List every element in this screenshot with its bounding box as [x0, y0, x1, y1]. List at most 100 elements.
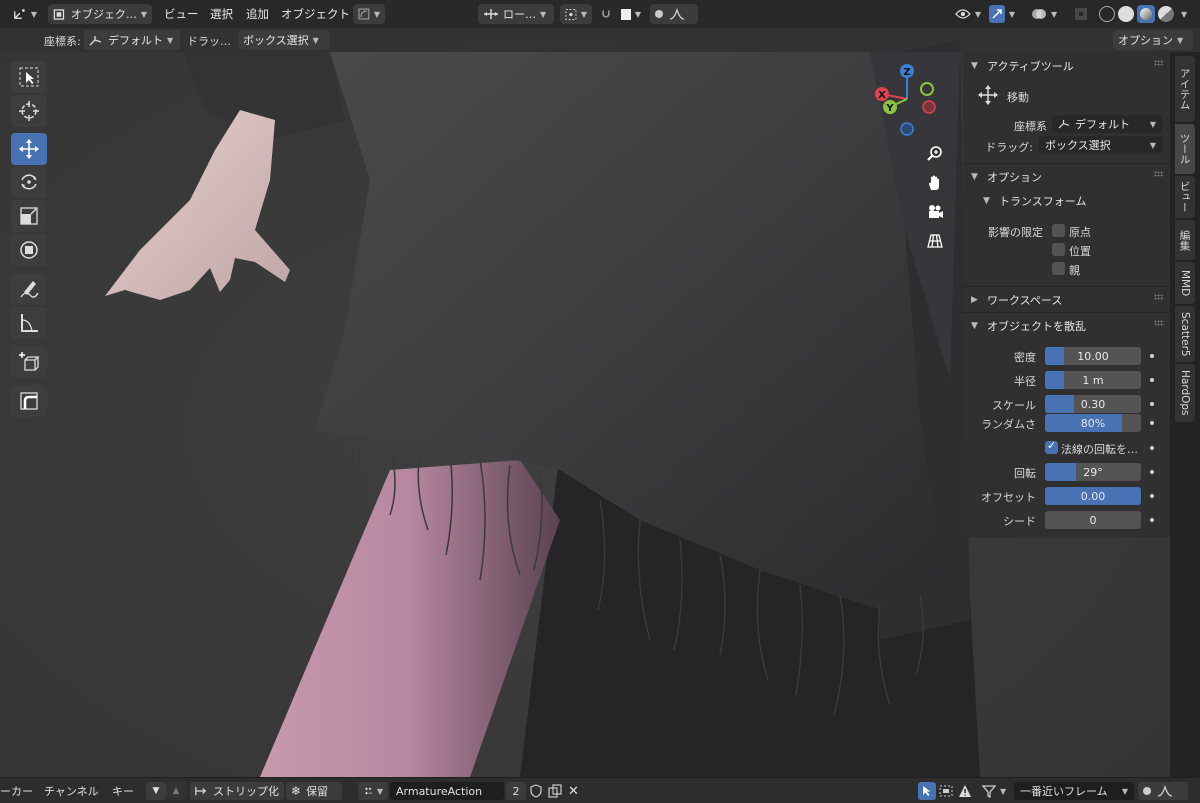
- affect-location-checkbox[interactable]: [1052, 243, 1065, 256]
- transform-orientation-dropdown[interactable]: ロー… ▼: [478, 4, 554, 24]
- solid-shading-icon[interactable]: [1118, 6, 1134, 22]
- divider: [963, 312, 1170, 313]
- workspace-section-header[interactable]: ▶ ワークスペース: [963, 288, 1170, 312]
- tab-scatter5[interactable]: Scatter5: [1175, 306, 1195, 362]
- stash-button[interactable]: ❄ 保留: [286, 782, 342, 800]
- cursor-tool[interactable]: [11, 95, 47, 127]
- material-preview-shading-icon[interactable]: [1137, 5, 1155, 23]
- move-tool[interactable]: [11, 133, 47, 165]
- wireframe-shading-icon[interactable]: [1099, 6, 1115, 22]
- drag-handle-icon[interactable]: [1154, 320, 1164, 326]
- keyframe-dot[interactable]: [1150, 378, 1154, 382]
- rotation-slider[interactable]: 29°: [1045, 463, 1141, 481]
- transform-tool[interactable]: [11, 234, 47, 266]
- drag-dropdown[interactable]: ボックス選択 ▼: [238, 30, 330, 50]
- tab-edit[interactable]: 編集: [1175, 220, 1195, 260]
- fake-user-button[interactable]: [530, 782, 542, 800]
- drag-handle-icon[interactable]: [1154, 171, 1164, 177]
- drag-label: ドラッ…: [187, 35, 231, 48]
- xray-toggle[interactable]: [1070, 4, 1092, 24]
- drag-handle-icon[interactable]: [1154, 60, 1164, 66]
- scale-tool[interactable]: [11, 200, 47, 232]
- tab-mmd[interactable]: MMD: [1175, 262, 1195, 304]
- active-coord-dropdown[interactable]: デフォルト ▼: [1052, 115, 1162, 133]
- object-visibility-dropdown[interactable]: ▼: [950, 4, 986, 24]
- randomness-slider[interactable]: 80%: [1045, 414, 1141, 432]
- mode-dropdown[interactable]: オブジェク… ▼: [48, 4, 152, 24]
- tab-hardops[interactable]: HardOps: [1175, 364, 1195, 422]
- pivot-point-dropdown[interactable]: ▼: [560, 4, 592, 24]
- menu-key[interactable]: キー: [112, 782, 134, 800]
- menu-marker[interactable]: ーカー: [0, 782, 33, 800]
- proportional-edit-toggle[interactable]: [1138, 782, 1188, 800]
- rotate-tool[interactable]: [11, 166, 47, 198]
- affect-parent-checkbox[interactable]: [1052, 262, 1065, 275]
- seed-field[interactable]: 0: [1045, 511, 1141, 529]
- only-errors-toggle[interactable]: [958, 782, 972, 800]
- warning-icon: [959, 785, 971, 797]
- editor-type-button[interactable]: ▼: [8, 4, 42, 24]
- keyframe-dot[interactable]: [1150, 518, 1154, 522]
- annotate-tool[interactable]: [11, 273, 47, 305]
- push-up-button[interactable]: ▲: [166, 782, 186, 800]
- options-section-header[interactable]: ▼ オプション: [963, 165, 1170, 189]
- radius-slider[interactable]: 1 m: [1045, 371, 1141, 389]
- rendered-shading-icon[interactable]: [1158, 6, 1174, 22]
- ortho-toggle-button[interactable]: [922, 228, 948, 254]
- filter-dropdown[interactable]: ▼: [982, 782, 1006, 800]
- action-browse-dropdown[interactable]: ▼: [358, 782, 388, 800]
- active-drag-dropdown[interactable]: ボックス選択 ▼: [1039, 136, 1162, 154]
- only-selected-toggle[interactable]: [918, 782, 936, 800]
- select-box-tool[interactable]: [11, 61, 47, 93]
- snap-increment-icon: [621, 8, 631, 20]
- action-users-count[interactable]: 2: [506, 782, 526, 800]
- menu-object[interactable]: オブジェクト: [281, 4, 350, 24]
- density-slider[interactable]: 10.00: [1045, 347, 1141, 365]
- coord-system-dropdown[interactable]: デフォルト ▼: [84, 30, 180, 50]
- snapping-dropdown[interactable]: 一番近いフレーム ▼: [1014, 782, 1134, 800]
- new-action-button[interactable]: [548, 782, 562, 800]
- keyframe-dot[interactable]: [1150, 354, 1154, 358]
- tab-view[interactable]: ビュー: [1175, 176, 1195, 218]
- keyframe-dot[interactable]: [1150, 446, 1154, 450]
- menu-select[interactable]: 選択: [210, 4, 233, 24]
- show-hidden-toggle[interactable]: [938, 782, 954, 800]
- camera-view-button[interactable]: [922, 199, 948, 225]
- transform-subsection-header[interactable]: ▼ トランスフォーム: [963, 189, 1170, 213]
- tab-tool[interactable]: ツール: [1175, 124, 1195, 174]
- keyframe-dot[interactable]: [1150, 421, 1154, 425]
- menu-view[interactable]: ビュー: [164, 4, 199, 24]
- shading-extra-dropdown[interactable]: ▼: [353, 4, 385, 24]
- gizmo-toggle[interactable]: ▼: [984, 4, 1020, 24]
- pan-button[interactable]: [922, 170, 948, 196]
- keyframe-dot[interactable]: [1150, 494, 1154, 498]
- zoom-button[interactable]: [922, 141, 948, 167]
- scatter-section-header[interactable]: ▼ オブジェクトを散乱: [963, 314, 1170, 338]
- drag-handle-icon[interactable]: [1154, 294, 1164, 300]
- tab-item[interactable]: アイテム: [1175, 56, 1195, 122]
- push-down-strip-button[interactable]: ストリップ化: [190, 782, 284, 800]
- proportional-edit[interactable]: [650, 4, 698, 24]
- snap-target-dropdown[interactable]: ▼: [616, 4, 646, 24]
- snap-toggle[interactable]: [596, 4, 616, 24]
- offset-label: オフセット: [981, 491, 1036, 504]
- action-name-field[interactable]: ArmatureAction: [390, 782, 504, 800]
- measure-tool[interactable]: [11, 307, 47, 339]
- add-cube-tool[interactable]: [11, 346, 47, 378]
- keyframe-dot[interactable]: [1150, 470, 1154, 474]
- navigation-gizmo[interactable]: Z X Y: [870, 58, 950, 138]
- active-tool-section-header[interactable]: ▼ アクティブツール: [963, 54, 1170, 78]
- normal-rotation-checkbox[interactable]: [1045, 439, 1058, 454]
- options-dropdown[interactable]: オプション ▼: [1113, 30, 1193, 50]
- offset-slider[interactable]: 0.00: [1045, 487, 1141, 505]
- 3d-viewport[interactable]: ▼ オブジェク…▼ ビュー 選択 追加 オブジェクト ▼ ロー…▼ ▼ ▼: [0, 0, 1200, 777]
- affect-origin-checkbox[interactable]: [1052, 224, 1065, 237]
- menu-add[interactable]: 追加: [246, 4, 269, 24]
- keyframe-dot[interactable]: [1150, 402, 1154, 406]
- extrude-shape-tool[interactable]: [11, 385, 47, 417]
- overlays-toggle[interactable]: ▼: [1026, 4, 1064, 24]
- push-down-button[interactable]: ▼: [146, 782, 166, 800]
- menu-channel[interactable]: チャンネル: [44, 782, 99, 800]
- scale-slider[interactable]: 0.30: [1045, 395, 1141, 413]
- unlink-action-button[interactable]: ✕: [568, 782, 579, 800]
